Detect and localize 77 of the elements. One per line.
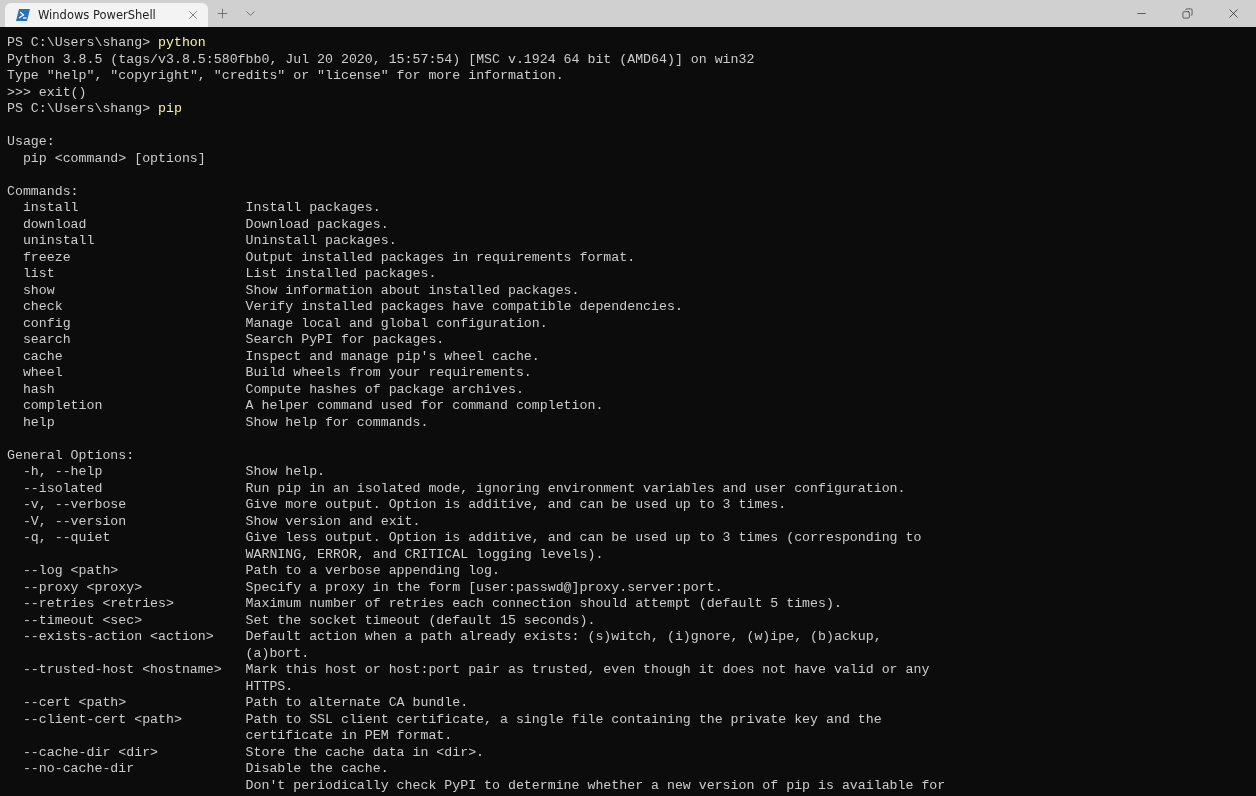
- option-description: Show version and exit.: [245, 513, 421, 530]
- option-description: Specify a proxy in the form [user:passwd@]proxy.server:port.: [245, 579, 723, 596]
- option-description: Show help for commands.: [245, 414, 429, 431]
- terminal-tab[interactable]: Windows PowerShell: [5, 3, 208, 27]
- option-name: --retries <retries>: [22, 596, 174, 611]
- option-name: --cache-dir <dir>: [22, 744, 159, 760]
- option-name: search: [22, 332, 71, 347]
- option-description: List installed packages.: [245, 266, 437, 283]
- option-name: --log <path>: [22, 563, 119, 578]
- option-name: -v, --verbose: [22, 497, 127, 512]
- output-line: Usage:: [7, 134, 55, 151]
- option-description: Store the cache data in <dir>.: [245, 744, 485, 761]
- option-name: completion: [22, 398, 103, 413]
- output-line: pip <command> [options]: [21, 150, 206, 167]
- option-description: Show information about installed packages.: [245, 282, 580, 299]
- option-name: --client-cert <path>: [22, 711, 182, 727]
- option-name: --cert <path>: [22, 695, 127, 710]
- option-description: Inspect and manage pip's wheel cache.: [245, 348, 540, 365]
- close-tab-icon[interactable]: [186, 8, 200, 22]
- option-description: Path to alternate CA bundle.: [245, 695, 469, 712]
- option-description: Verify installed packages have compatible dependencies.: [245, 299, 683, 316]
- prompt-text: PS C:\Users\shang>: [7, 35, 151, 52]
- option-name: -q, --quiet: [22, 530, 111, 545]
- option-name: uninstall: [22, 233, 95, 248]
- option-name: --proxy <proxy>: [22, 579, 143, 595]
- prompt-text: PS C:\Users\shang>: [7, 101, 151, 118]
- option-description: Path to a verbose appending log.: [245, 563, 500, 580]
- option-description: A helper command used for command completion.: [245, 398, 604, 415]
- output-line: General Options:: [7, 447, 135, 464]
- option-name: wheel: [22, 365, 63, 380]
- option-name: --timeout <sec>: [22, 612, 143, 628]
- option-name: --isolated: [22, 480, 103, 496]
- option-name: --exists-action <action>: [22, 629, 214, 644]
- option-name: download: [22, 216, 87, 232]
- option-name: check: [22, 299, 63, 314]
- option-description: HTTPS.: [245, 678, 294, 695]
- option-name: freeze: [22, 249, 71, 265]
- option-description: Uninstall packages.: [245, 233, 397, 250]
- powershell-icon: [16, 9, 30, 21]
- option-description: Disable the cache.: [245, 761, 389, 778]
- output-line: Type "help", "copyright", "credits" or "license" for more information.: [7, 68, 564, 85]
- command-text: pip: [158, 101, 182, 118]
- output-line: Python 3.8.5 (tags/v3.8.5:580fbb0, Jul 20 2020, 15:57:54) [MSC v.1924 64 bit (AMD64)] on win32: [7, 51, 755, 68]
- option-description: certificate in PEM format.: [245, 728, 453, 745]
- option-description: Give more output. Option is additive, and can be used up to 3 times.: [245, 497, 787, 514]
- option-description: Path to SSL client certificate, a single file containing the private key and the: [245, 711, 882, 728]
- option-description: Set the socket timeout (default 15 seconds).: [245, 612, 596, 629]
- option-description: Search PyPI for packages.: [245, 332, 445, 349]
- output-line: >>> exit(): [7, 84, 87, 101]
- option-name: show: [22, 282, 55, 298]
- option-description: WARNING, ERROR, and CRITICAL logging levels).: [245, 546, 604, 563]
- option-description: Install packages.: [245, 200, 381, 217]
- option-name: -V, --version: [22, 513, 127, 529]
- option-name: install: [22, 200, 79, 215]
- option-name: --no-cache-dir: [22, 761, 135, 776]
- option-description: Mark this host or host:port pair as trusted, even though it does not have valid or any: [245, 662, 930, 679]
- option-name: -h, --help: [22, 464, 103, 479]
- option-description: Output installed packages in requirements format.: [245, 249, 636, 266]
- option-description: Manage local and global configuration.: [245, 315, 548, 332]
- option-description: Show help.: [245, 464, 326, 481]
- option-name: list: [22, 266, 55, 281]
- option-description: Maximum number of retries each connection should attempt (default 5 times).: [245, 596, 842, 613]
- option-description: Run pip in an isolated mode, ignoring environment variables and user configuration.: [245, 480, 906, 497]
- option-description: Build wheels from your requirements.: [245, 365, 532, 382]
- option-description: (a)bort.: [245, 645, 310, 662]
- output-line: Commands:: [7, 183, 79, 200]
- option-description: Compute hashes of package archives.: [245, 381, 524, 398]
- option-name: config: [22, 315, 71, 331]
- command-text: python: [158, 35, 206, 52]
- option-description: Don't periodically check PyPI to determine whether a new version of pip is available for: [245, 777, 946, 794]
- option-description: Default action when a path already exists: (s)witch, (i)gnore, (w)ipe, (b)ackup,: [245, 629, 882, 646]
- option-description: Download packages.: [245, 216, 389, 233]
- option-description: Give less output. Option is additive, and can be used up to 3 times (corresponding to: [245, 530, 922, 547]
- option-name: hash: [22, 381, 55, 397]
- option-name: --trusted-host <hostname>: [22, 662, 222, 677]
- option-name: help: [22, 414, 55, 430]
- option-name: cache: [22, 348, 63, 364]
